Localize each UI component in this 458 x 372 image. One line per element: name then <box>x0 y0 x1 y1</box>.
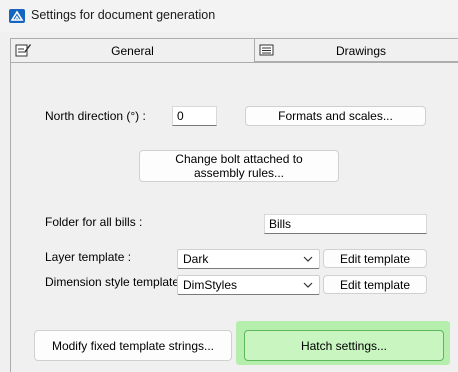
hatch-settings-button[interactable]: Hatch settings... <box>244 330 444 361</box>
dimstyle-template-label: Dimension style template : <box>45 275 186 289</box>
tab-strip: General Drawings <box>10 38 458 63</box>
modify-template-strings-button[interactable]: Modify fixed template strings... <box>34 330 232 361</box>
north-direction-label: North direction (°) : <box>45 109 146 123</box>
title-bar: Settings for document generation <box>0 0 458 32</box>
chevron-down-icon <box>303 282 313 288</box>
change-bolt-rules-button[interactable]: Change bolt attached to assembly rules..… <box>139 150 339 182</box>
window-title: Settings for document generation <box>31 8 216 22</box>
dimstyle-template-select[interactable]: DimStyles <box>177 275 320 295</box>
tab-drawings-label: Drawings <box>335 44 386 58</box>
north-direction-field[interactable]: 0 <box>172 106 217 126</box>
bills-folder-label: Folder for all bills : <box>45 215 143 229</box>
tab-general-label: General <box>111 44 154 58</box>
layer-template-label: Layer template : <box>45 250 132 264</box>
layer-template-select[interactable]: Dark <box>177 249 320 269</box>
tab-drawings[interactable]: Drawings <box>255 38 458 62</box>
bills-folder-field[interactable]: Bills <box>264 214 427 234</box>
edit-layer-template-button[interactable]: Edit template <box>323 249 427 268</box>
app-logo-icon <box>9 9 25 23</box>
tab-general[interactable]: General <box>10 38 255 63</box>
formats-and-scales-button[interactable]: Formats and scales... <box>245 106 426 126</box>
dimstyle-template-value: DimStyles <box>183 278 238 292</box>
edit-dimstyle-template-button[interactable]: Edit template <box>323 275 427 294</box>
layer-template-value: Dark <box>183 252 209 266</box>
chevron-down-icon <box>303 256 313 262</box>
